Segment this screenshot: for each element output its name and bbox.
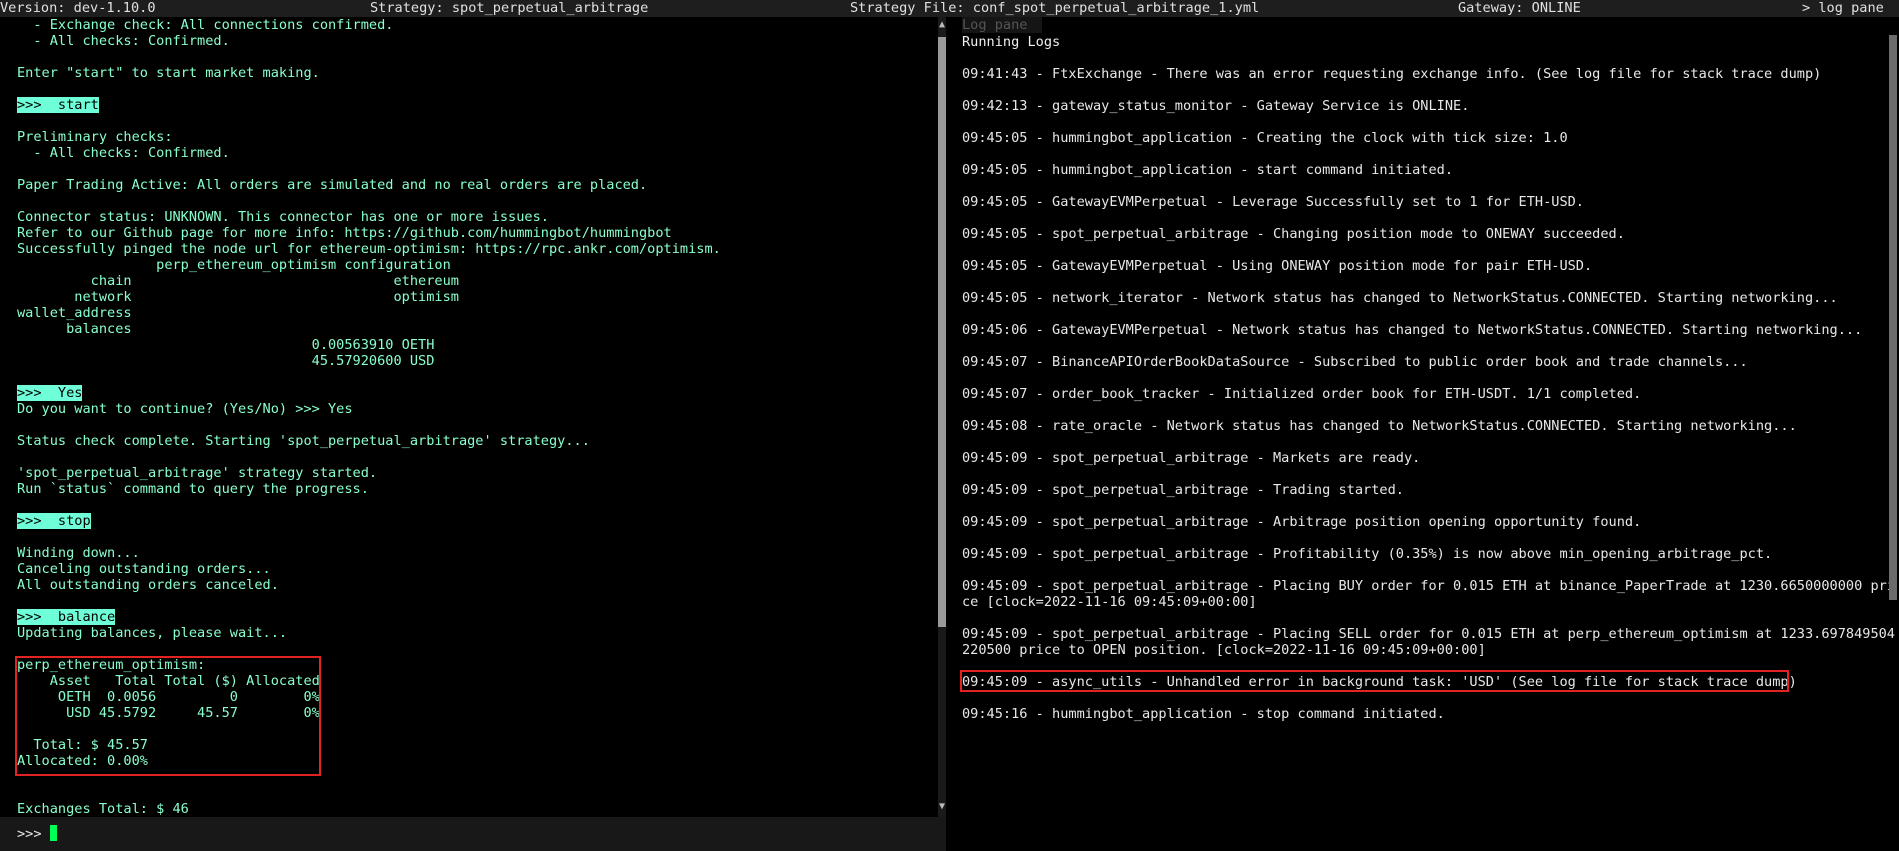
output-line: Connector status: UNKNOWN. This connecto… (17, 209, 549, 225)
log-entry: 09:45:06 - GatewayEVMPerpetual - Network… (962, 322, 1863, 338)
strategy-file-label: Strategy File: conf_spot_perpetual_arbit… (850, 0, 1260, 16)
command-input-area[interactable]: >>> (0, 817, 946, 851)
output-line: Successfully pinged the node url for eth… (17, 241, 721, 257)
balance-highlight-box (15, 656, 321, 776)
output-line: network optimism (17, 289, 459, 305)
scrollbar-thumb[interactable] (938, 37, 946, 627)
output-scrollbar[interactable]: ▲ ▼ (938, 17, 946, 817)
log-entry: 09:45:09 - spot_perpetual_arbitrage - Pl… (962, 578, 1895, 610)
output-line: 'spot_perpetual_arbitrage' strategy star… (17, 465, 378, 481)
log-entry: 09:45:09 - spot_perpetual_arbitrage - Tr… (962, 482, 1404, 498)
log-pane[interactable]: Log pane Running Logs 09:41:43 - FtxExch… (946, 17, 1899, 851)
log-entry: 09:45:05 - spot_perpetual_arbitrage - Ch… (962, 226, 1625, 242)
log-entry: 09:45:08 - rate_oracle - Network status … (962, 418, 1797, 434)
output-line: wallet_address (17, 305, 132, 321)
log-entry: 09:45:07 - BinanceAPIOrderBookDataSource… (962, 354, 1748, 370)
output-line: Updating balances, please wait... (17, 625, 288, 641)
output-line: Winding down... (17, 545, 140, 561)
output-line: Canceling outstanding orders... (17, 561, 271, 577)
version-label: Version: dev-1.10.0 (0, 0, 156, 16)
status-bar: Version: dev-1.10.0 Strategy: spot_perpe… (0, 0, 1899, 17)
command-prompt: >>> (17, 826, 50, 842)
log-entry: 09:45:05 - GatewayEVMPerpetual - Using O… (962, 258, 1593, 274)
scroll-up-icon[interactable]: ▲ (938, 19, 946, 31)
output-line: perp_ethereum_optimism configuration (17, 257, 451, 273)
scroll-down-icon[interactable]: ▼ (938, 801, 946, 813)
command-echo-line: >>> Yes (17, 385, 721, 401)
output-line: - Exchange check: All connections confir… (17, 17, 394, 33)
log-entry: 09:45:16 - hummingbot_application - stop… (962, 706, 1445, 722)
log-entry: 09:45:05 - GatewayEVMPerpetual - Leverag… (962, 194, 1584, 210)
output-line: - All checks: Confirmed. (17, 145, 230, 161)
output-line: 45.57920600 USD (17, 353, 435, 369)
log-entry: 09:45:09 - spot_perpetual_arbitrage - Ma… (962, 450, 1421, 466)
log-scrollbar[interactable] (1889, 35, 1897, 600)
output-line: Run `status` command to query the progre… (17, 481, 369, 497)
log-entries: 09:41:43 - FtxExchange - There was an er… (962, 66, 1895, 738)
output-line: 0.00563910 OETH (17, 337, 435, 353)
command-echo-line: >>> stop (17, 513, 721, 529)
log-entry: 09:45:07 - order_book_tracker - Initiali… (962, 386, 1642, 402)
log-entry: 09:45:05 - hummingbot_application - star… (962, 162, 1454, 178)
output-line: Do you want to continue? (Yes/No) >>> Ye… (17, 401, 353, 417)
command-echo: >>> start (17, 97, 99, 113)
command-echo: >>> Yes (17, 385, 83, 401)
log-entry: 09:45:05 - hummingbot_application - Crea… (962, 130, 1568, 146)
output-line: chain ethereum (17, 273, 459, 289)
output-line: - All checks: Confirmed. (17, 33, 230, 49)
output-pane[interactable]: - Exchange check: All connections confir… (0, 17, 938, 817)
output-line: Status check complete. Starting 'spot_pe… (17, 433, 590, 449)
log-pane-header: Log pane (962, 17, 1042, 33)
command-echo-line: >>> balance (17, 609, 721, 625)
log-entry: 09:42:13 - gateway_status_monitor - Gate… (962, 98, 1470, 114)
log-pane-title: Running Logs (962, 34, 1061, 50)
log-entry: 09:45:09 - spot_perpetual_arbitrage - Ar… (962, 514, 1642, 530)
command-echo: >>> stop (17, 513, 91, 529)
log-entry: 09:45:09 - spot_perpetual_arbitrage - Pr… (962, 546, 1773, 562)
text-cursor (50, 825, 57, 841)
strategy-label: Strategy: spot_perpetual_arbitrage (370, 0, 649, 16)
output-line: Preliminary checks: (17, 129, 173, 145)
output-line: Paper Trading Active: All orders are sim… (17, 177, 648, 193)
error-highlight-box (960, 670, 1789, 692)
log-entry: 09:45:05 - network_iterator - Network st… (962, 290, 1838, 306)
log-entry: 09:45:09 - spot_perpetual_arbitrage - Pl… (962, 626, 1895, 658)
command-echo-line: >>> start (17, 97, 721, 113)
output-line: balances (17, 321, 132, 337)
output-line: Enter "start" to start market making. (17, 65, 320, 81)
log-entry: 09:41:43 - FtxExchange - There was an er… (962, 66, 1822, 82)
gateway-status: Gateway: ONLINE (1458, 0, 1581, 16)
output-line: Refer to our Github page for more info: … (17, 225, 672, 241)
output-line: Exchanges Total: $ 46 (17, 801, 189, 817)
log-pane-toggle[interactable]: > log pane (1802, 0, 1884, 17)
output-line: All outstanding orders canceled. (17, 577, 279, 593)
command-echo: >>> balance (17, 609, 116, 625)
